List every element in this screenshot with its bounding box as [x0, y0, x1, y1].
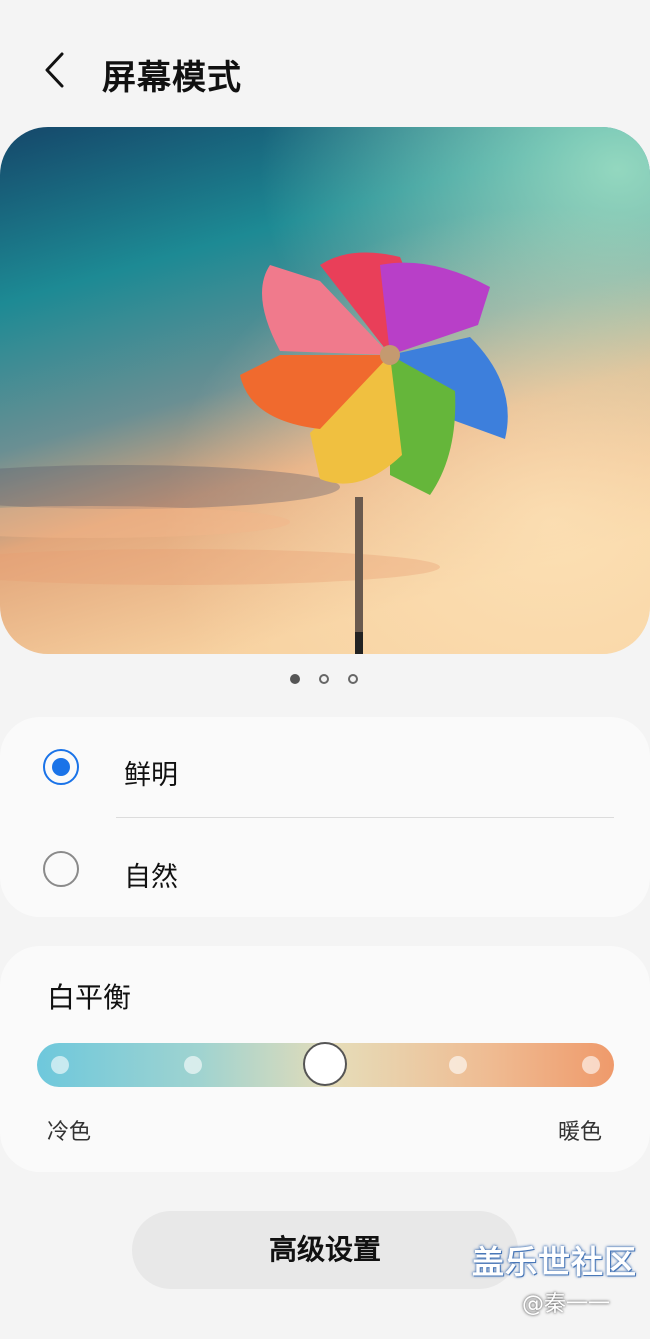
- carousel-dot-2[interactable]: [319, 674, 329, 684]
- warm-label: 暖色: [557, 1120, 602, 1145]
- carousel-indicator: [0, 674, 650, 690]
- option-natural[interactable]: 自然: [0, 823, 650, 913]
- cold-label: 冷色: [47, 1120, 92, 1145]
- slider-thumb[interactable]: [303, 1042, 347, 1086]
- carousel-dot-3[interactable]: [348, 674, 358, 684]
- carousel-dot-1[interactable]: [290, 674, 300, 684]
- slider-tick: [582, 1056, 600, 1074]
- white-balance-card: 白平衡 冷色 暖色: [0, 946, 650, 1172]
- slider-tick: [184, 1056, 202, 1074]
- chevron-left-icon: [45, 52, 64, 88]
- option-vivid-label: 鲜明: [124, 760, 178, 791]
- slider-tick: [449, 1056, 467, 1074]
- watermark-logo: 盖乐世社区: [472, 1243, 638, 1281]
- header-bar: 屏幕模式: [0, 0, 650, 125]
- screen-mode-card: 鲜明 自然: [0, 717, 650, 917]
- watermark-author: @秦一一: [522, 1292, 611, 1317]
- option-vivid[interactable]: 鲜明: [0, 721, 650, 811]
- slider-tick: [51, 1056, 69, 1074]
- radio-vivid[interactable]: [43, 749, 79, 785]
- advanced-settings-button[interactable]: 高级设置: [132, 1211, 518, 1289]
- white-balance-slider[interactable]: [37, 1042, 614, 1087]
- back-button[interactable]: [36, 48, 76, 92]
- pinwheel-photo: [0, 127, 650, 654]
- divider: [116, 817, 614, 818]
- option-natural-label: 自然: [124, 862, 178, 893]
- page-title: 屏幕模式: [102, 58, 242, 98]
- white-balance-title: 白平衡: [47, 981, 132, 1014]
- radio-natural[interactable]: [43, 851, 79, 887]
- preview-image[interactable]: [0, 127, 650, 654]
